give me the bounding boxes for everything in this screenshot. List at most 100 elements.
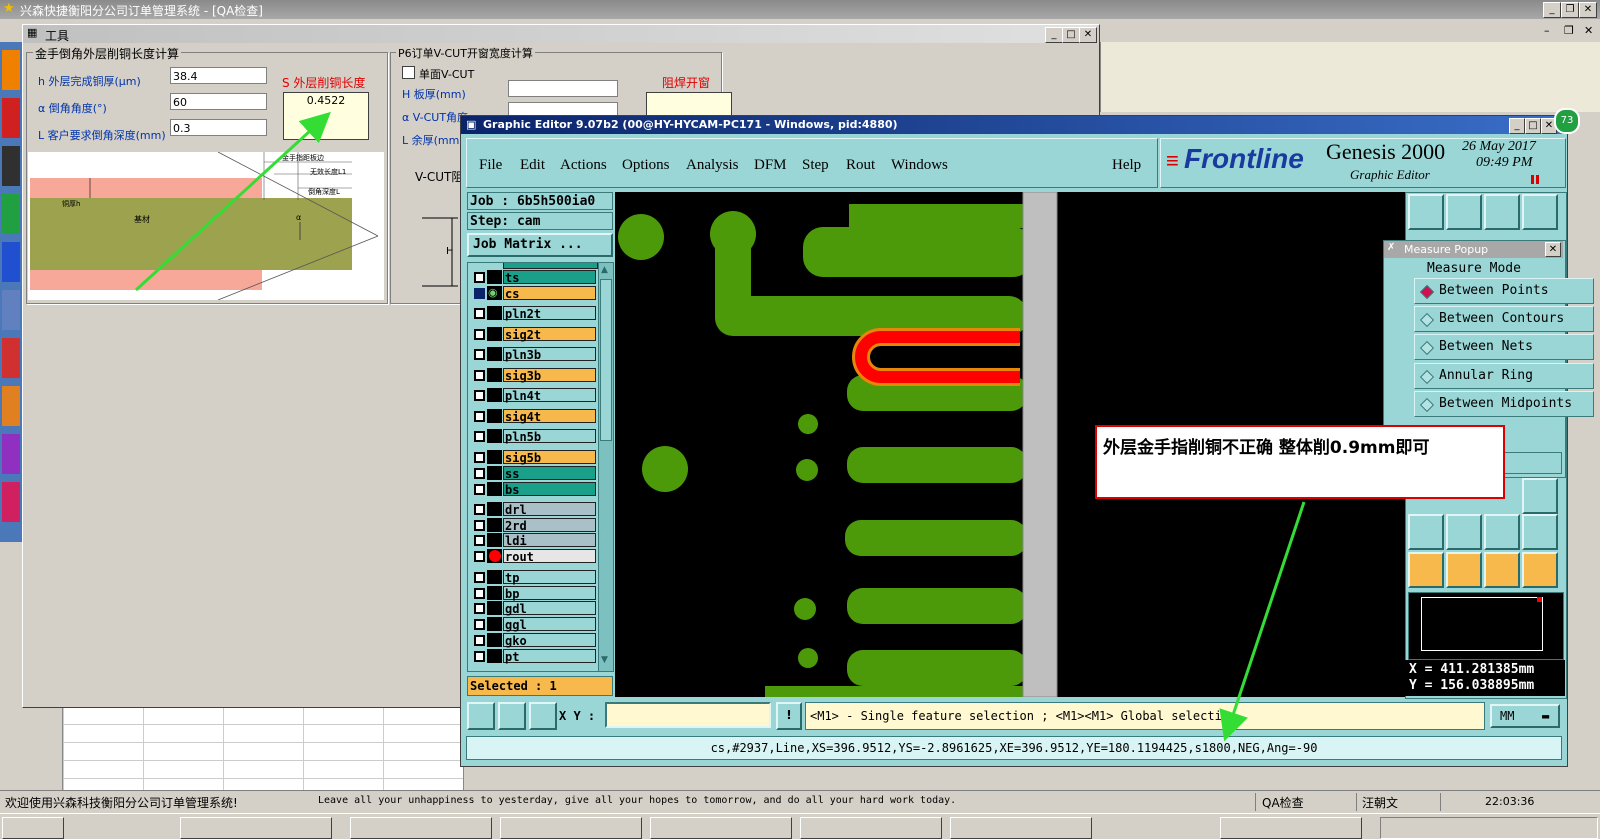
- launcher-item[interactable]: [2, 434, 20, 474]
- tool-close-button[interactable]: ✕: [1079, 27, 1097, 43]
- layer-checkbox[interactable]: [474, 504, 485, 515]
- menu-file[interactable]: File: [479, 157, 502, 174]
- taskbar-item[interactable]: [1220, 817, 1362, 839]
- menu-step[interactable]: Step: [802, 157, 829, 174]
- layer-checkbox[interactable]: [474, 431, 485, 442]
- layer-row-ldi[interactable]: ldi: [503, 533, 596, 548]
- layer-affected-strip[interactable]: [487, 270, 502, 284]
- toolbar-pointer-icon[interactable]: [1408, 552, 1444, 588]
- layer-affected-strip[interactable]: [487, 518, 502, 532]
- notification-badge[interactable]: 73: [1554, 108, 1580, 134]
- mode-between-nets[interactable]: Between Nets: [1414, 334, 1594, 360]
- close-button[interactable]: ✕: [1579, 2, 1597, 18]
- layer-checkbox[interactable]: [474, 390, 485, 401]
- mode-annular-ring[interactable]: Annular Ring: [1414, 363, 1594, 389]
- toolbar-open-icon[interactable]: [1408, 194, 1444, 230]
- launcher-item[interactable]: [2, 242, 20, 282]
- layer-affected-strip[interactable]: [487, 388, 502, 402]
- layer-row-pt[interactable]: pt: [503, 649, 596, 664]
- mode-between-contours[interactable]: Between Contours: [1414, 306, 1594, 332]
- layer-checkbox[interactable]: [474, 572, 485, 583]
- menu-help[interactable]: Help: [1112, 157, 1141, 174]
- layer-checkbox[interactable]: [474, 272, 485, 283]
- alpha-angle-input[interactable]: 60: [170, 93, 267, 110]
- tool-minimize-button[interactable]: _: [1045, 27, 1063, 43]
- layer-checkbox[interactable]: [474, 651, 485, 662]
- menu-options[interactable]: Options: [622, 157, 670, 174]
- taskbar-item[interactable]: [800, 817, 942, 839]
- menu-rout[interactable]: Rout: [846, 157, 875, 174]
- mode-between-points[interactable]: Between Points: [1414, 278, 1594, 304]
- layer-checkbox[interactable]: [474, 411, 485, 422]
- scroll-up-arrow[interactable]: ▲: [601, 265, 608, 275]
- layer-checkbox[interactable]: [474, 452, 485, 463]
- taskbar-item[interactable]: [180, 817, 332, 839]
- launcher-item[interactable]: [2, 338, 20, 378]
- layer-checkbox[interactable]: [474, 588, 485, 599]
- layer-checkbox[interactable]: [474, 468, 485, 479]
- launcher-item[interactable]: [2, 386, 20, 426]
- toolbar-measure-icon[interactable]: [1522, 478, 1558, 514]
- zoom-area-icon[interactable]: [467, 702, 495, 730]
- overview-map[interactable]: [1408, 592, 1564, 660]
- layer-affected-strip[interactable]: [487, 649, 502, 663]
- menu-dfm[interactable]: DFM: [754, 157, 787, 174]
- layer-checkbox[interactable]: [474, 288, 485, 299]
- layer-affected-strip[interactable]: ◉: [487, 286, 502, 300]
- layer-checkbox[interactable]: [474, 551, 485, 562]
- h-thickness-input[interactable]: 38.4: [170, 67, 267, 84]
- layer-affected-strip[interactable]: [487, 482, 502, 496]
- layer-affected-strip[interactable]: [487, 570, 502, 584]
- launcher-item[interactable]: [2, 482, 20, 522]
- ge-maximize-button[interactable]: □: [1525, 118, 1541, 134]
- taskbar-item[interactable]: [950, 817, 1092, 839]
- toolbar-snap2-icon[interactable]: [1446, 514, 1482, 550]
- layer-affected-strip[interactable]: [487, 306, 502, 320]
- taskbar-item[interactable]: [350, 817, 492, 839]
- layer-row-sig3b[interactable]: sig3b: [503, 368, 596, 383]
- layer-affected-strip[interactable]: [487, 327, 502, 341]
- launcher-item[interactable]: [2, 50, 20, 90]
- layer-row-drl[interactable]: drl: [503, 502, 596, 517]
- layer-row-gko[interactable]: gko: [503, 633, 596, 648]
- tool-maximize-button[interactable]: □: [1062, 27, 1080, 43]
- layer-affected-strip[interactable]: [487, 586, 502, 600]
- measure-close-button[interactable]: ✕: [1545, 242, 1561, 257]
- layer-checkbox[interactable]: [474, 349, 485, 360]
- toolbar-home-icon[interactable]: [1484, 194, 1520, 230]
- layer-row-pln5b[interactable]: pln5b: [503, 429, 596, 444]
- mdi-minimize[interactable]: –: [1544, 24, 1550, 37]
- units-select[interactable]: MM ▬: [1490, 704, 1560, 728]
- layer-checkbox[interactable]: [474, 484, 485, 495]
- restore-button[interactable]: ❐: [1561, 2, 1579, 18]
- layer-row-sig4t[interactable]: sig4t: [503, 409, 596, 424]
- scroll-down-arrow[interactable]: ▼: [601, 655, 608, 665]
- layer-row-pln3b[interactable]: pln3b: [503, 347, 596, 362]
- layer-checkbox[interactable]: [474, 603, 485, 614]
- layer-row-rout[interactable]: rout: [503, 549, 596, 564]
- layer-row-ts[interactable]: ts: [503, 270, 596, 285]
- layer-row-bs[interactable]: bs: [503, 482, 596, 497]
- layer-affected-strip[interactable]: [487, 466, 502, 480]
- layer-affected-strip[interactable]: [487, 429, 502, 443]
- layer-row-sig5b[interactable]: sig5b: [503, 450, 596, 465]
- toolbar-snap-icon[interactable]: [1408, 514, 1444, 550]
- scroll-thumb[interactable]: [600, 279, 612, 441]
- layer-affected-strip[interactable]: [487, 633, 502, 647]
- zoom-fit-icon[interactable]: [498, 702, 526, 730]
- layer-affected-strip[interactable]: [487, 549, 502, 563]
- layer-row-2rd[interactable]: 2rd: [503, 518, 596, 533]
- layer-affected-strip[interactable]: [487, 533, 502, 547]
- layer-row-pln4t[interactable]: pln4t: [503, 388, 596, 403]
- alert-icon[interactable]: !: [776, 702, 802, 730]
- layer-affected-strip[interactable]: [487, 409, 502, 423]
- layer-row-tp[interactable]: tp: [503, 570, 596, 585]
- layer-row-cs[interactable]: cs: [503, 286, 596, 301]
- launcher-item[interactable]: [2, 146, 20, 186]
- job-matrix-button[interactable]: Job Matrix ...: [467, 233, 613, 257]
- layer-affected-strip[interactable]: [487, 617, 502, 631]
- menu-analysis[interactable]: Analysis: [686, 157, 739, 174]
- layer-checkbox[interactable]: [474, 535, 485, 546]
- toolbar-route-icon[interactable]: [1522, 552, 1558, 588]
- launcher-item[interactable]: [2, 194, 20, 234]
